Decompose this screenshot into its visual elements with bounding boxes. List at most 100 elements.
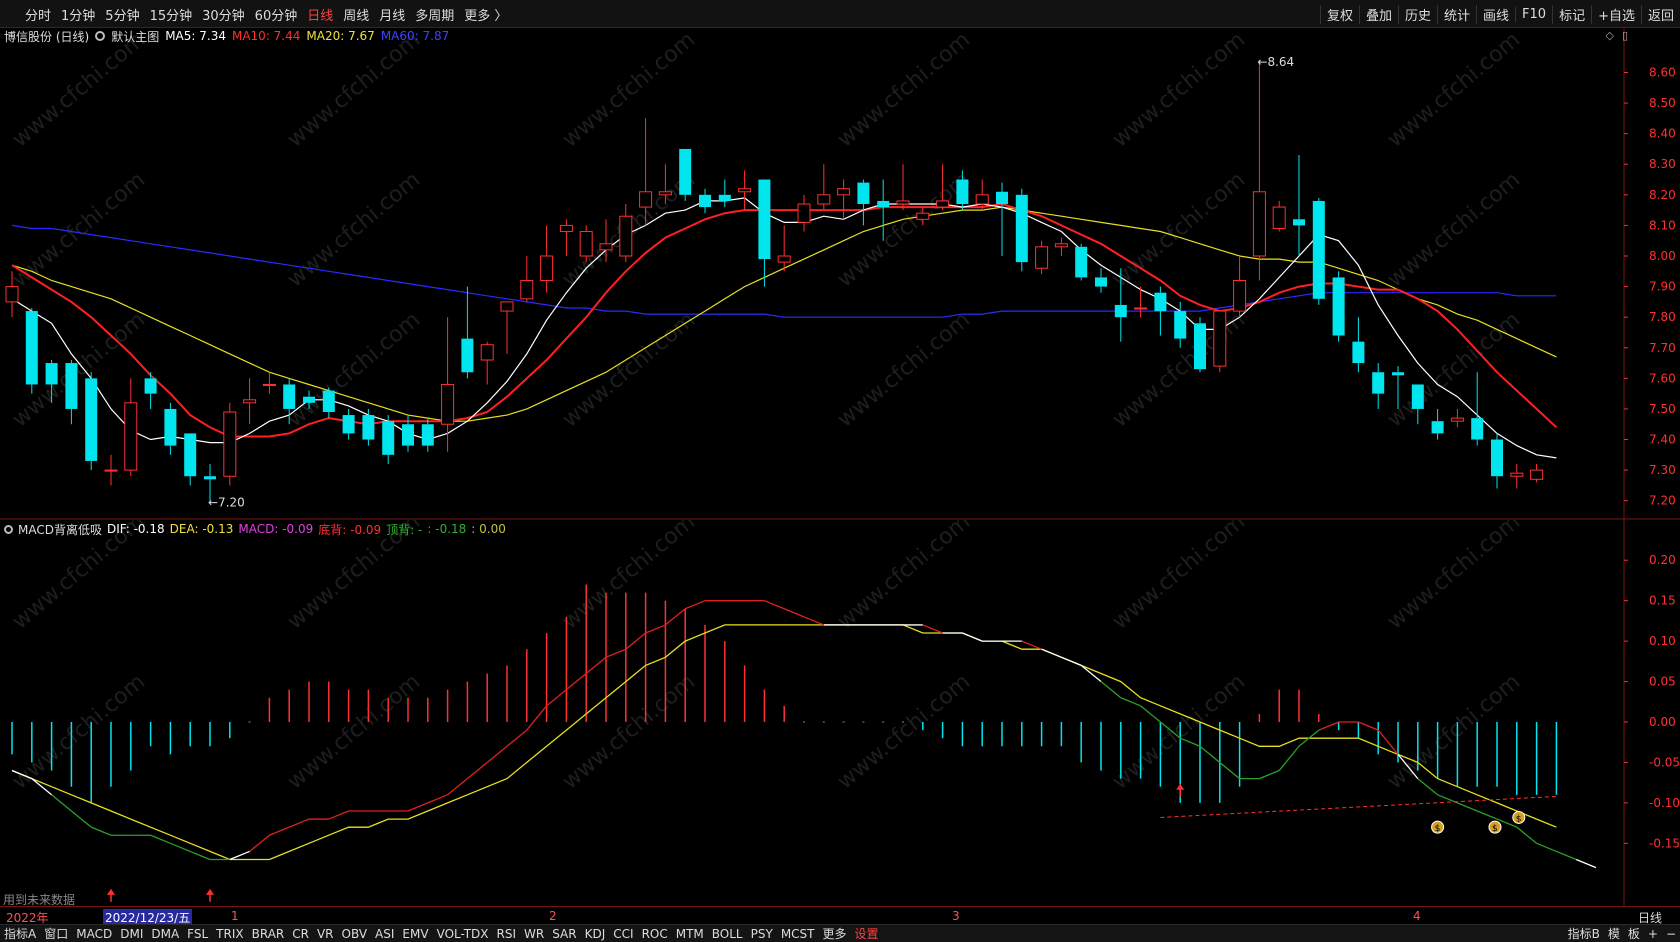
- indicator-tab-5[interactable]: FSL: [183, 927, 212, 941]
- indicator-tab-23[interactable]: MCST: [777, 927, 819, 941]
- indicator-tab-18[interactable]: CCI: [609, 927, 637, 941]
- indicator-tab-2[interactable]: MACD: [72, 927, 116, 941]
- y-tick-label: 7.80: [1649, 310, 1676, 324]
- candle-down: [1154, 292, 1167, 312]
- indicator-right-1[interactable]: 模: [1604, 925, 1624, 942]
- candle-up: [797, 203, 811, 223]
- period-tab-1[interactable]: 1分钟: [56, 5, 100, 24]
- candle-down: [184, 433, 197, 477]
- window-max-icon[interactable]: ▯: [1622, 29, 1628, 42]
- y-tick-label: 8.00: [1649, 249, 1676, 263]
- main-layout-label[interactable]: 默认主图: [111, 28, 159, 45]
- indicator-tab-19[interactable]: ROC: [638, 927, 672, 941]
- main-chart-panel[interactable]: www.cfchi.com www.cfchi.com www.cfchi.com w…: [0, 27, 1680, 520]
- tool-button-0[interactable]: 复权: [1319, 4, 1359, 24]
- tool-button-1[interactable]: 叠加: [1358, 4, 1398, 24]
- period-toolbar: 分时 1分钟 5分钟 15分钟 30分钟 60分钟 日线 周线 月线 多周期 更多 〉 复权 叠加 历史…: [0, 0, 1680, 28]
- indicator-tabs: 指标A 窗口 MACD DMI DMA FSL TRIX BRAR CR VR OBV ASI EMV V…: [0, 925, 883, 942]
- period-tab-9[interactable]: 多周期: [410, 5, 459, 24]
- candle-up: [540, 255, 554, 281]
- indicator-tab-0[interactable]: 指标A: [0, 925, 40, 942]
- indicator-tab-11[interactable]: ASI: [371, 927, 398, 941]
- diamond-icon[interactable]: ◇: [1606, 29, 1614, 42]
- candle-down: [1114, 304, 1127, 318]
- indicator-tab-4[interactable]: DMA: [147, 927, 183, 941]
- tool-button-7[interactable]: +自选: [1591, 4, 1641, 24]
- indicator-tab-24[interactable]: 更多: [819, 925, 851, 942]
- period-tab-2[interactable]: 5分钟: [100, 5, 144, 24]
- candle-down: [758, 179, 771, 260]
- tool-button-3[interactable]: 统计: [1437, 4, 1476, 24]
- candle-up: [1252, 191, 1266, 257]
- tool-button-4[interactable]: 画线: [1476, 4, 1515, 24]
- indicator-tab-20[interactable]: MTM: [672, 927, 708, 941]
- candle-down: [1332, 277, 1345, 336]
- indicator-tab-17[interactable]: KDJ: [581, 927, 610, 941]
- tool-button-5[interactable]: F10: [1515, 6, 1552, 22]
- tool-button-2[interactable]: 历史: [1397, 4, 1437, 24]
- indicator-title[interactable]: MACD背离低吸: [18, 521, 102, 538]
- indicator-right-2[interactable]: 板: [1624, 925, 1644, 942]
- candle-down: [144, 378, 157, 394]
- candle-up: [619, 215, 633, 257]
- indicator-tab-22[interactable]: PSY: [747, 927, 777, 941]
- macd-chart[interactable]: www.cfchi.com www.cfchi.com www.cfchi.com w…: [0, 509, 1680, 906]
- macd-chart-panel[interactable]: www.cfchi.com www.cfchi.com www.cfchi.com w…: [0, 509, 1680, 907]
- indicator-tab-15[interactable]: WR: [520, 927, 548, 941]
- period-tab-10[interactable]: 更多 〉: [459, 5, 512, 24]
- indicator-tab-3[interactable]: DMI: [116, 927, 147, 941]
- candle-down: [322, 390, 335, 412]
- candle-up: [1035, 246, 1049, 269]
- candle-down: [303, 396, 315, 403]
- indicator-tab-6[interactable]: TRIX: [212, 927, 247, 941]
- indicator-tab-8[interactable]: CR: [288, 927, 313, 941]
- indicator-tab-14[interactable]: RSI: [493, 927, 521, 941]
- period-tabs: 分时 1分钟 5分钟 15分钟 30分钟 60分钟 日线 周线 月线 多周期 更多 〉: [20, 0, 512, 28]
- period-tab-5[interactable]: 60分钟: [250, 5, 303, 24]
- candle-up: [1233, 279, 1247, 312]
- macd-dot-icon[interactable]: [4, 524, 13, 534]
- indicator-tab-25[interactable]: 设置: [851, 925, 883, 942]
- indicator-tab-10[interactable]: OBV: [338, 927, 372, 941]
- candle-down: [1352, 341, 1365, 364]
- settings-dot-icon[interactable]: [95, 31, 106, 41]
- indicator-tab-13[interactable]: VOL-TDX: [433, 927, 493, 941]
- candle-down: [421, 424, 434, 446]
- indicator-tab-9[interactable]: VR: [313, 927, 338, 941]
- period-tab-4[interactable]: 30分钟: [197, 5, 250, 24]
- tool-button-8[interactable]: 返回: [1640, 4, 1680, 24]
- period-tab-8[interactable]: 月线: [374, 5, 410, 24]
- candle-up: [223, 411, 237, 477]
- period-tab-7[interactable]: 周线: [338, 5, 374, 24]
- candle-up: [579, 231, 593, 257]
- indicator-right-4[interactable]: −: [1662, 927, 1680, 941]
- main-legend: 博信股份 (日线) 默认主图 MA5: 7.34 MA10: 7.44 MA20…: [4, 28, 449, 44]
- period-tab-6[interactable]: 日线: [302, 5, 338, 24]
- indicator-right-0[interactable]: 指标B: [1564, 925, 1604, 942]
- candle-up: [1134, 307, 1148, 310]
- candle-down: [1174, 311, 1187, 339]
- indicator-tab-16[interactable]: SAR: [548, 927, 580, 941]
- indicator-tab-21[interactable]: BOLL: [708, 927, 747, 941]
- candlestick-chart[interactable]: www.cfchi.com www.cfchi.com www.cfchi.com w…: [0, 27, 1680, 520]
- candle-up: [1530, 469, 1544, 480]
- high-annotation: ←8.64: [1257, 55, 1294, 69]
- candle-up: [1213, 310, 1227, 367]
- tool-button-6[interactable]: 标记: [1552, 4, 1591, 24]
- y-tick-label: -0.15: [1649, 836, 1680, 850]
- period-tab-0[interactable]: 分时: [20, 5, 56, 24]
- candle-up: [124, 402, 138, 471]
- indicator-tab-12[interactable]: EMV: [398, 927, 432, 941]
- period-tab-3[interactable]: 15分钟: [145, 5, 198, 24]
- y-tick-label: 0.10: [1649, 634, 1676, 648]
- indicator-tab-1[interactable]: 窗口: [40, 925, 72, 942]
- candle-down: [204, 476, 216, 480]
- candle-down: [699, 194, 711, 208]
- indicator-tabs-right: 指标B 模板 + −: [1564, 925, 1680, 942]
- y-tick-label: -0.10: [1649, 796, 1680, 810]
- indicator-tab-7[interactable]: BRAR: [248, 927, 289, 941]
- y-tick-label: 7.20: [1649, 494, 1676, 508]
- candle-down: [877, 200, 890, 208]
- indicator-right-3[interactable]: +: [1644, 927, 1662, 941]
- candle-down: [25, 311, 38, 385]
